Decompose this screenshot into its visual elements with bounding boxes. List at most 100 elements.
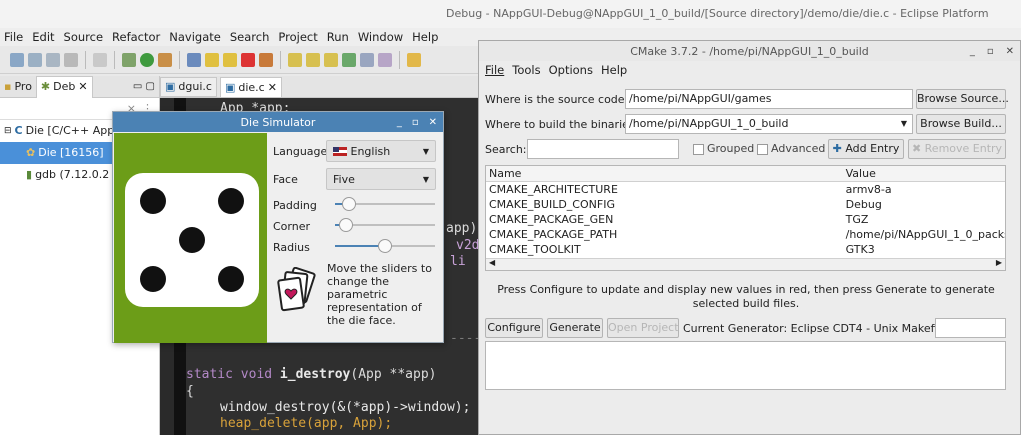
cmake-menubar: File Tools Options Help [479,61,1020,79]
debug-icon[interactable] [122,52,136,67]
open-perspective-icon[interactable] [378,52,392,67]
close-icon[interactable]: ✕ [1006,46,1014,57]
current-generator-label: Current Generator: Eclipse CDT4 - Unix M… [683,322,954,335]
new-icon[interactable] [10,52,24,67]
language-select[interactable]: English ▼ [326,140,436,162]
run-icon[interactable] [140,52,154,67]
print-icon[interactable] [64,52,78,67]
die-simulator-titlebar[interactable]: Die Simulator _ ▫ ✕ [113,112,443,132]
toolbar-separator [280,50,281,69]
grouped-checkbox[interactable]: Grouped [693,142,754,155]
tab-debug[interactable]: ✱ Deb ✕ [35,75,93,98]
cmake-menu-help[interactable]: Help [601,63,627,77]
minimize-icon[interactable]: ▭ ▢ [133,81,155,92]
menu-project[interactable]: Project [278,30,317,44]
close-icon[interactable]: ✕ [429,117,437,128]
radius-slider[interactable] [335,238,435,254]
cmake-cache-table[interactable]: Name Value CMAKE_ARCHITECTURE armv8-a CMA… [485,165,1006,271]
table-row[interactable]: CMAKE_PACKAGE_GEN TGZ [486,212,1005,227]
close-icon[interactable]: ✕ [268,78,277,98]
menu-help[interactable]: Help [412,30,438,44]
close-icon[interactable]: ✕ [78,76,87,98]
add-entry-button[interactable]: ✚ Add Entry [828,139,904,159]
scroll-left-icon[interactable]: ◀ [489,258,495,267]
table-row[interactable]: CMAKE_PACKAGE_PATH/home/pi/NAppGUI_1_0_p… [486,227,1005,242]
slider-handle[interactable] [378,239,392,253]
menu-edit[interactable]: Edit [32,30,54,44]
step-over-icon[interactable] [306,52,320,67]
toolbar-separator [85,50,86,69]
eclipse-window-title: Debug - NAppGUI-Debug@NAppGUI_1_0_build/… [0,0,1021,28]
table-row[interactable]: CMAKE_TOOLKIT GTK3 [486,242,1005,257]
browse-build-button[interactable]: Browse Build... [916,114,1006,134]
tab-project-explorer[interactable]: ▪ Pro [0,76,36,98]
search-input[interactable] [527,139,679,159]
source-input[interactable]: /home/pi/NAppGUI/games [625,89,913,109]
c-app-icon: C [14,124,23,137]
cmake-menu-options[interactable]: Options [549,63,593,77]
minimize-icon[interactable]: _ [970,46,975,57]
save-all-icon[interactable] [46,52,60,67]
advanced-checkbox[interactable]: Advanced [757,142,825,155]
suspend-icon[interactable] [223,52,237,67]
open-project-button[interactable]: Open Project [607,318,679,338]
code-fragment-dashes: ---- [450,331,482,346]
tab-dgui-c[interactable]: ▣ dgui.c [160,77,217,97]
step-filter-icon[interactable] [360,52,374,67]
cmake-output-log[interactable] [485,341,1006,390]
menu-source[interactable]: Source [64,30,104,44]
table-row[interactable]: CMAKE_ARCHITECTURE armv8-a [486,182,1005,197]
minimize-icon[interactable]: _ [397,117,402,128]
die-pip [140,266,166,292]
open-folder-icon[interactable] [407,52,421,67]
menu-file[interactable]: File [4,30,23,44]
disconnect-icon[interactable] [259,52,273,67]
save-icon[interactable] [28,52,42,67]
add-entry-label: Add Entry [845,142,900,155]
face-label: Face [273,173,298,186]
process-icon: ✿ [26,146,36,159]
skip-breakpoints-icon[interactable] [187,52,201,67]
cmake-menu-tools[interactable]: Tools [512,63,540,77]
column-header-value[interactable]: Value [843,166,1005,181]
cmake-window: CMake 3.7.2 - /home/pi/NAppGUI_1_0_build… [478,40,1021,435]
cmake-titlebar[interactable]: CMake 3.7.2 - /home/pi/NAppGUI_1_0_build… [479,41,1020,61]
remove-entry-button[interactable]: ✖ Remove Entry [908,139,1006,159]
table-row[interactable]: CMAKE_BUILD_CONFIG Debug [486,197,1005,212]
menu-run[interactable]: Run [327,30,349,44]
chevron-down-icon[interactable]: ▼ [901,115,907,133]
tab-die-c[interactable]: ▣ die.c ✕ [219,77,282,98]
maximize-icon[interactable]: ▫ [987,46,994,57]
collapse-icon[interactable]: ⊟ [4,120,12,142]
external-tools-icon[interactable] [158,52,172,67]
menu-window[interactable]: Window [358,30,403,44]
resume-icon[interactable] [205,52,219,67]
column-header-name[interactable]: Name [486,166,843,181]
menu-search[interactable]: Search [230,30,270,44]
maximize-icon[interactable]: ▫ [412,117,419,128]
build-icon[interactable] [93,52,107,67]
horizontal-scrollbar[interactable]: ◀ ▶ [486,258,1005,270]
terminate-icon[interactable] [241,52,255,67]
step-into-icon[interactable] [288,52,302,67]
slider-handle[interactable] [339,218,353,232]
face-select[interactable]: Five ▼ [326,168,436,190]
build-combobox[interactable]: /home/pi/NAppGUI_1_0_build ▼ [625,114,913,134]
scroll-right-icon[interactable]: ▶ [996,258,1002,267]
menu-refactor[interactable]: Refactor [112,30,160,44]
cmake-menu-file[interactable]: File [485,63,504,77]
entry-value: GTK3 [845,243,875,256]
instruction-step-icon[interactable] [342,52,356,67]
generate-button[interactable]: Generate [547,318,603,338]
die-pip [218,188,244,214]
menu-navigate[interactable]: Navigate [169,30,221,44]
corner-slider[interactable] [335,217,435,233]
code-fragment-app: app) [446,221,478,236]
generator-status-field [935,318,1006,338]
configure-hint: Press Configure to update and display ne… [497,283,995,310]
step-return-icon[interactable] [324,52,338,67]
configure-button[interactable]: Configure [485,318,543,338]
browse-source-button[interactable]: Browse Source... [916,89,1009,109]
slider-handle[interactable] [342,197,356,211]
padding-slider[interactable] [335,196,435,212]
